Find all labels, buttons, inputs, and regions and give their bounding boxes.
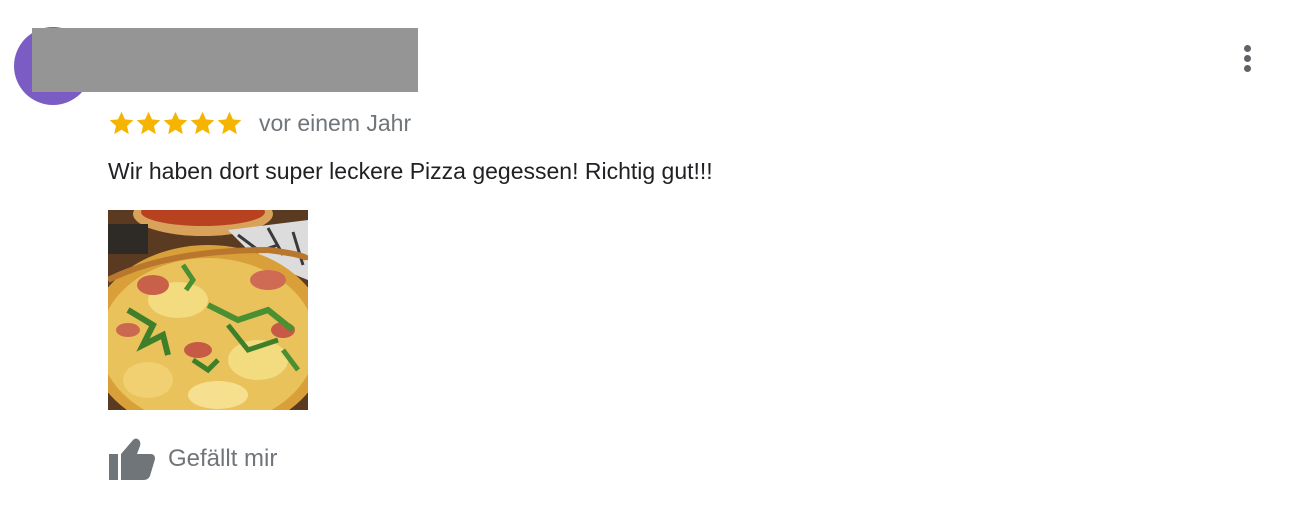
star-icon <box>136 111 161 134</box>
star-icon <box>190 111 215 134</box>
like-button[interactable]: Gefällt mir <box>108 436 277 482</box>
review-photo[interactable] <box>108 210 308 410</box>
review-card: vor einem Jahr Wir haben dort super leck… <box>0 0 1292 510</box>
more-vertical-icon-dot <box>1244 55 1251 62</box>
star-rating <box>108 110 243 137</box>
thumbs-up-icon <box>109 438 155 480</box>
star-icon <box>163 111 188 134</box>
like-label: Gefällt mir <box>168 445 278 472</box>
more-vertical-icon-dot <box>1244 65 1251 72</box>
more-options-button[interactable] <box>1228 38 1268 78</box>
star-icon <box>109 111 134 134</box>
more-vertical-icon <box>1244 45 1251 52</box>
pizza-photo-image <box>108 210 308 410</box>
review-time: vor einem Jahr <box>259 110 412 136</box>
review-text: Wir haben dort super leckere Pizza geges… <box>108 158 713 184</box>
star-icon <box>217 111 242 134</box>
rating-row: vor einem Jahr <box>108 106 411 140</box>
reviewer-name-redacted <box>32 28 418 92</box>
